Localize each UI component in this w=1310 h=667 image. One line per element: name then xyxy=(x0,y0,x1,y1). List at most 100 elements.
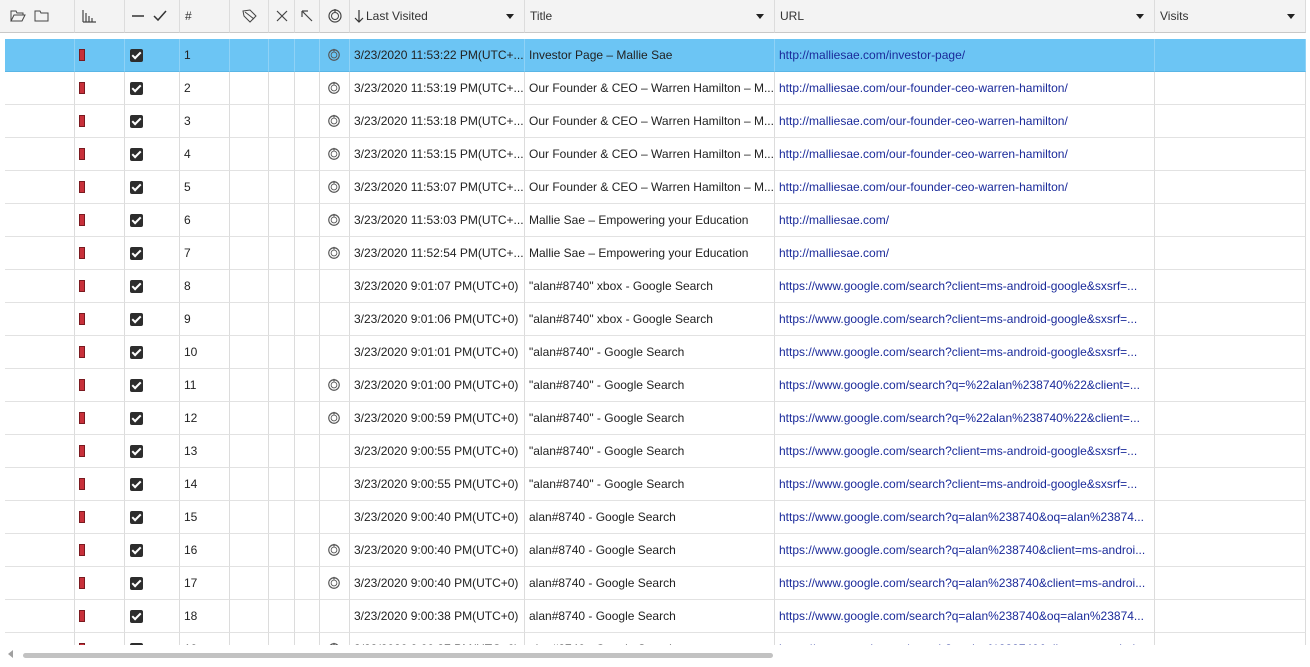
row-url-cell[interactable]: https://www.google.com/search?q=%22alan%… xyxy=(775,402,1155,435)
row-check-cell[interactable] xyxy=(125,72,180,105)
url-link[interactable]: https://www.google.com/search?q=%22alan%… xyxy=(775,411,1140,425)
row-url-cell[interactable]: http://malliesae.com/our-founder-ceo-war… xyxy=(775,138,1155,171)
row-checkbox[interactable] xyxy=(130,477,143,491)
scrollbar-thumb[interactable] xyxy=(23,653,773,658)
header-last-visited[interactable]: Last Visited xyxy=(350,0,525,33)
url-link[interactable]: https://www.google.com/search?client=ms-… xyxy=(775,477,1137,491)
url-link[interactable]: http://malliesae.com/our-founder-ceo-war… xyxy=(775,180,1068,194)
row-url-cell[interactable]: https://www.google.com/search?q=alan%238… xyxy=(775,534,1155,567)
row-url-cell[interactable]: http://malliesae.com/investor-page/ xyxy=(775,39,1155,72)
url-filter-dropdown[interactable] xyxy=(1136,14,1144,19)
horizontal-scrollbar[interactable] xyxy=(0,645,1310,667)
row-url-cell[interactable]: https://www.google.com/search?q=alan%238… xyxy=(775,600,1155,633)
row-check-cell[interactable] xyxy=(125,468,180,501)
last-visited-filter-dropdown[interactable] xyxy=(506,14,514,19)
row-url-cell[interactable]: https://www.google.com/search?q=alan%238… xyxy=(775,501,1155,534)
row-check-cell[interactable] xyxy=(125,39,180,72)
table-row[interactable]: 2 3/23/2020 11:53:19 PM(UTC+... Our Founde… xyxy=(0,72,1310,105)
row-url-cell[interactable]: https://www.google.com/search?q=alan%238… xyxy=(775,633,1155,645)
row-flag-cell[interactable] xyxy=(75,336,125,369)
row-check-cell[interactable] xyxy=(125,270,180,303)
url-link[interactable]: https://www.google.com/search?q=%22alan%… xyxy=(775,378,1140,392)
row-checkbox[interactable] xyxy=(130,411,143,425)
row-flag-cell[interactable] xyxy=(75,303,125,336)
url-link[interactable]: http://malliesae.com/our-founder-ceo-war… xyxy=(775,114,1068,128)
row-check-cell[interactable] xyxy=(125,171,180,204)
url-link[interactable]: https://www.google.com/search?q=alan%238… xyxy=(775,543,1145,557)
table-row[interactable]: 5 3/23/2020 11:53:07 PM(UTC+... Our Founde… xyxy=(0,171,1310,204)
row-flag-cell[interactable] xyxy=(75,105,125,138)
table-row[interactable]: 1 3/23/2020 11:53:22 PM(UTC+... Investor P… xyxy=(0,39,1310,72)
row-checkbox[interactable] xyxy=(130,609,143,623)
table-row[interactable]: 11 3/23/2020 9:01:00 PM(UTC+0) "alan#8740"… xyxy=(0,369,1310,402)
header-tag-column[interactable] xyxy=(75,0,125,33)
table-row[interactable]: 16 3/23/2020 9:00:40 PM(UTC+0) alan#8740 -… xyxy=(0,534,1310,567)
row-url-cell[interactable]: http://malliesae.com/ xyxy=(775,237,1155,270)
url-link[interactable]: https://www.google.com/search?client=ms-… xyxy=(775,444,1137,458)
url-link[interactable]: http://malliesae.com/our-founder-ceo-war… xyxy=(775,147,1068,161)
row-url-cell[interactable]: https://www.google.com/search?client=ms-… xyxy=(775,270,1155,303)
table-row[interactable]: 7 3/23/2020 11:52:54 PM(UTC+... Mallie Sae… xyxy=(0,237,1310,270)
table-row[interactable]: 12 3/23/2020 9:00:59 PM(UTC+0) "alan#8740"… xyxy=(0,402,1310,435)
row-flag-cell[interactable] xyxy=(75,39,125,72)
title-filter-dropdown[interactable] xyxy=(756,14,764,19)
header-check-column[interactable] xyxy=(125,0,180,33)
row-checkbox[interactable] xyxy=(130,576,143,590)
row-check-cell[interactable] xyxy=(125,303,180,336)
url-link[interactable]: https://www.google.com/search?q=alan%238… xyxy=(775,609,1144,623)
table-row[interactable]: 9 3/23/2020 9:01:06 PM(UTC+0) "alan#8740" … xyxy=(0,303,1310,336)
row-check-cell[interactable] xyxy=(125,633,180,645)
url-link[interactable]: https://www.google.com/search?q=alan%238… xyxy=(775,510,1144,524)
row-url-cell[interactable]: https://www.google.com/search?q=alan%238… xyxy=(775,567,1155,600)
row-url-cell[interactable]: https://www.google.com/search?client=ms-… xyxy=(775,336,1155,369)
table-row[interactable]: 3 3/23/2020 11:53:18 PM(UTC+... Our Founde… xyxy=(0,105,1310,138)
url-link[interactable]: https://www.google.com/search?client=ms-… xyxy=(775,345,1137,359)
header-pointer-column[interactable] xyxy=(295,0,320,33)
folder-open-icon[interactable] xyxy=(10,9,26,23)
uncheck-all-icon[interactable] xyxy=(131,10,145,22)
row-check-cell[interactable] xyxy=(125,204,180,237)
row-url-cell[interactable]: https://www.google.com/search?client=ms-… xyxy=(775,303,1155,336)
row-checkbox[interactable] xyxy=(130,48,143,62)
row-check-cell[interactable] xyxy=(125,567,180,600)
row-check-cell[interactable] xyxy=(125,402,180,435)
url-link[interactable]: http://malliesae.com/ xyxy=(775,213,889,227)
row-checkbox[interactable] xyxy=(130,246,143,260)
table-row[interactable]: 6 3/23/2020 11:53:03 PM(UTC+... Mallie Sae… xyxy=(0,204,1310,237)
scroll-left-arrow-icon[interactable] xyxy=(8,650,13,658)
row-checkbox[interactable] xyxy=(130,114,143,128)
row-check-cell[interactable] xyxy=(125,435,180,468)
row-url-cell[interactable]: http://malliesae.com/ xyxy=(775,204,1155,237)
row-check-cell[interactable] xyxy=(125,105,180,138)
row-checkbox[interactable] xyxy=(130,345,143,359)
row-flag-cell[interactable] xyxy=(75,600,125,633)
row-url-cell[interactable]: http://malliesae.com/our-founder-ceo-war… xyxy=(775,171,1155,204)
row-checkbox[interactable] xyxy=(130,180,143,194)
url-link[interactable]: http://malliesae.com/investor-page/ xyxy=(775,48,965,62)
row-checkbox[interactable] xyxy=(130,510,143,524)
header-title[interactable]: Title xyxy=(525,0,775,33)
header-visits[interactable]: Visits xyxy=(1155,0,1306,33)
check-all-icon[interactable] xyxy=(153,10,167,22)
row-flag-cell[interactable] xyxy=(75,204,125,237)
row-checkbox[interactable] xyxy=(130,444,143,458)
row-flag-cell[interactable] xyxy=(75,633,125,645)
table-row[interactable]: 18 3/23/2020 9:00:38 PM(UTC+0) alan#8740 -… xyxy=(0,600,1310,633)
row-flag-cell[interactable] xyxy=(75,501,125,534)
table-row[interactable]: 4 3/23/2020 11:53:15 PM(UTC+... Our Founde… xyxy=(0,138,1310,171)
row-checkbox[interactable] xyxy=(130,312,143,326)
row-checkbox[interactable] xyxy=(130,81,143,95)
row-flag-cell[interactable] xyxy=(75,369,125,402)
row-checkbox[interactable] xyxy=(130,213,143,227)
row-checkbox[interactable] xyxy=(130,279,143,293)
row-checkbox[interactable] xyxy=(130,147,143,161)
row-checkbox[interactable] xyxy=(130,378,143,392)
row-flag-cell[interactable] xyxy=(75,237,125,270)
row-check-cell[interactable] xyxy=(125,534,180,567)
row-flag-cell[interactable] xyxy=(75,435,125,468)
row-url-cell[interactable]: https://www.google.com/search?client=ms-… xyxy=(775,468,1155,501)
table-row[interactable]: 8 3/23/2020 9:01:07 PM(UTC+0) "alan#8740" … xyxy=(0,270,1310,303)
url-link[interactable]: https://www.google.com/search?q=alan%238… xyxy=(775,576,1145,590)
row-check-cell[interactable] xyxy=(125,501,180,534)
header-deleted-column[interactable] xyxy=(269,0,295,33)
